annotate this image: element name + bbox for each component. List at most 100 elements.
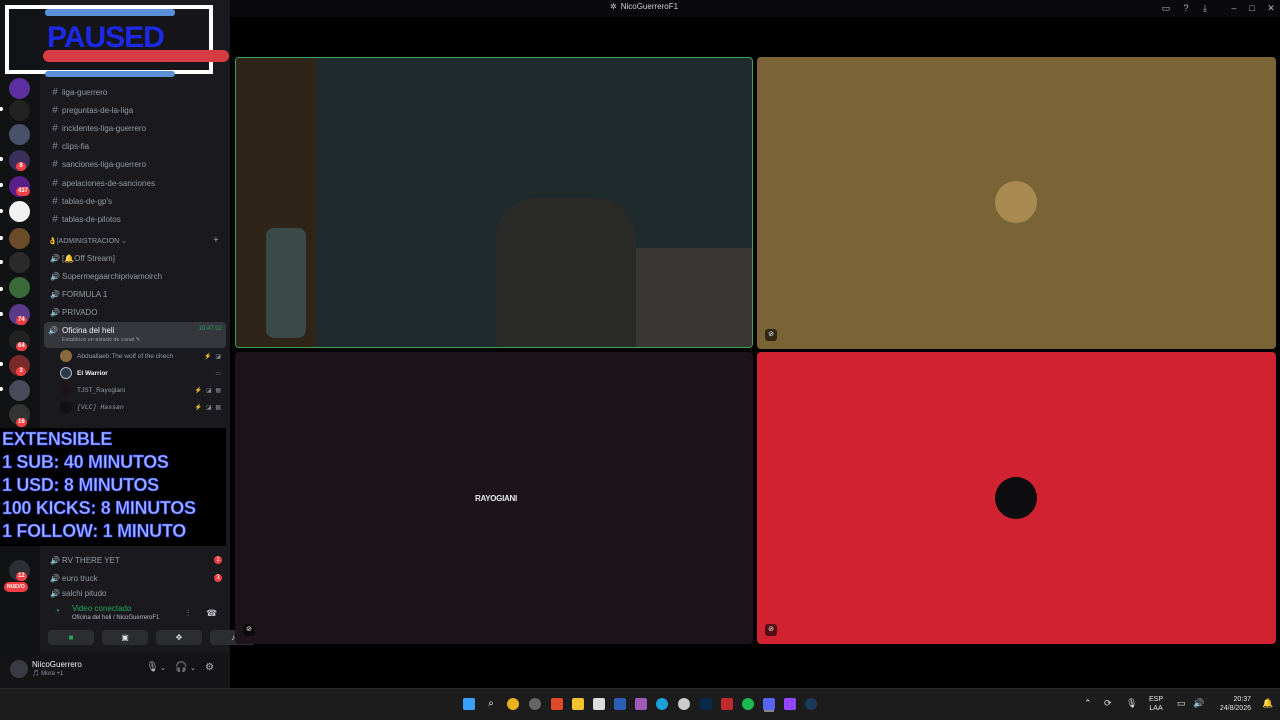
- app-icon[interactable]: [635, 698, 647, 710]
- edge-icon[interactable]: [656, 698, 668, 710]
- voice-channel-off-stream[interactable]: 🔊 [🔔Off Stream]: [48, 250, 226, 266]
- app-icon[interactable]: [529, 698, 541, 710]
- active-voice-channel[interactable]: 🔊 Oficina del heli 10:47:02 Establece un…: [44, 322, 226, 348]
- disconnect-icon[interactable]: ☎: [206, 608, 217, 619]
- channel-incidentes[interactable]: # incidentes-liga-guerrero: [48, 120, 226, 136]
- member-name: TJST_Rayogiani: [77, 386, 126, 394]
- app-icon[interactable]: [678, 698, 690, 710]
- server-icon[interactable]: [9, 78, 30, 99]
- add-channel-icon[interactable]: +: [213, 235, 219, 246]
- video-tile-hassan[interactable]: ⊘: [757, 352, 1276, 644]
- video-tile-abdullaeb[interactable]: ⊘: [757, 57, 1276, 349]
- app-icon[interactable]: [593, 698, 605, 710]
- language-indicator[interactable]: ESP LAA: [1149, 695, 1163, 713]
- clock[interactable]: 20:37 24/8/2026: [1213, 695, 1251, 713]
- inbox-icon[interactable]: ▭: [1161, 3, 1171, 13]
- microphone-icon[interactable]: 🎙: [1126, 698, 1137, 709]
- search-icon[interactable]: ⌕: [485, 698, 497, 710]
- video-tile-camera[interactable]: [235, 57, 753, 348]
- unread-pill: [0, 183, 3, 187]
- channel-tablas-pilotos[interactable]: # tablas-de-pilotos: [48, 211, 226, 227]
- member-abdullaeb[interactable]: Abduallaeb:The wolf of the chech ⚡ ◪: [60, 348, 226, 364]
- avatar: [60, 401, 72, 413]
- discord-icon[interactable]: [763, 698, 775, 710]
- speaker-icon: 🔊: [50, 307, 60, 317]
- photoshop-icon[interactable]: [700, 698, 712, 710]
- noise-suppression-icon[interactable]: ⫶: [187, 608, 189, 619]
- video-tile-rayogiani[interactable]: RAYOGIANI ⊘: [235, 352, 753, 644]
- brave-icon[interactable]: [551, 698, 563, 710]
- channel-label: euro truck: [62, 573, 98, 583]
- server-icon[interactable]: [9, 201, 30, 222]
- channel-apelaciones[interactable]: # apelaciones-de-sanciones: [48, 175, 226, 191]
- server-icon[interactable]: [9, 100, 30, 121]
- explorer-icon[interactable]: [572, 698, 584, 710]
- voice-channel-salchi[interactable]: 🔊 salchi pitudo: [48, 588, 226, 598]
- category-admin[interactable]: 👌|ADMINISTRACION ⌄: [48, 237, 127, 245]
- notifications-icon[interactable]: 🔔: [1262, 698, 1273, 709]
- server-icon[interactable]: [9, 252, 30, 273]
- server-icon[interactable]: [9, 380, 30, 401]
- chevron-down-icon[interactable]: ⌄: [190, 664, 196, 672]
- channel-sanciones[interactable]: # sanciones-liga-guerrero: [48, 156, 226, 172]
- maximize-icon[interactable]: □: [1247, 3, 1257, 13]
- server-icon[interactable]: [9, 124, 30, 145]
- unread-pill: [0, 107, 3, 111]
- help-icon[interactable]: ?: [1181, 3, 1191, 13]
- chrome-icon[interactable]: [507, 698, 519, 710]
- avatar[interactable]: [10, 660, 28, 678]
- gear-icon[interactable]: ⚙: [205, 662, 214, 673]
- minimize-icon[interactable]: –: [1229, 3, 1239, 13]
- member-rayogiani[interactable]: TJST_Rayogiani ⚡ ◪ ▦: [60, 382, 226, 398]
- voice-channel-path[interactable]: Oficina del heli / NicoGuerreroF1: [72, 615, 159, 621]
- sync-icon[interactable]: ⟳: [1104, 698, 1112, 709]
- screen-share-button[interactable]: ▣: [102, 630, 148, 645]
- member-el-warrior[interactable]: El Warrior ▭: [60, 365, 226, 381]
- activities-button[interactable]: ✥: [156, 630, 202, 645]
- server-icon[interactable]: [9, 228, 30, 249]
- member-hassan[interactable]: [VLC] Hassan ⚡ ◪ ▦: [60, 399, 226, 415]
- camera-button[interactable]: ■: [48, 630, 94, 645]
- network-icon[interactable]: ▭: [1177, 698, 1186, 709]
- promo-line: 100 KICKS: 8 MINUTOS: [2, 498, 197, 519]
- channel-liga-guerrero[interactable]: # liga-guerrero: [48, 84, 226, 100]
- new-badge[interactable]: NUEVO: [4, 582, 28, 592]
- chevron-up-icon[interactable]: ⌃: [1084, 698, 1092, 709]
- active-channel-name: Oficina del heli: [62, 326, 115, 335]
- twitch-icon[interactable]: [784, 698, 796, 710]
- start-icon[interactable]: [463, 698, 475, 710]
- headset-icon[interactable]: 🎧: [175, 662, 187, 673]
- user-status: 🎵 Mora +1: [32, 671, 64, 677]
- voice-channel-euro-truck[interactable]: 🔊 euro truck 3: [48, 570, 226, 586]
- category-label: ADMINISTRACION: [58, 238, 120, 245]
- channel-label: Supermegaarchiprivamoirch: [62, 271, 163, 281]
- microphone-icon[interactable]: 🎙: [146, 662, 159, 673]
- avatar: [995, 477, 1037, 519]
- close-icon[interactable]: ✕: [1266, 3, 1276, 13]
- channel-tablas-gp[interactable]: # tablas-de-gp's: [48, 193, 226, 209]
- volume-icon[interactable]: 🔊: [1193, 698, 1204, 709]
- signal-icon: ◔: [54, 606, 61, 617]
- voice-channel-rv[interactable]: 🔊 RV THERE YET 1: [48, 552, 226, 568]
- server-badge: 3: [16, 367, 26, 376]
- channel-label: salchi pitudo: [62, 588, 107, 598]
- avatar-label: RAYOGIANI: [475, 494, 517, 503]
- username[interactable]: NiicoGuerrero: [32, 660, 82, 669]
- word-icon[interactable]: [614, 698, 626, 710]
- channel-clips-fia[interactable]: # clips-fia: [48, 138, 226, 154]
- channel-preguntas[interactable]: # preguntas-de-la-liga: [48, 102, 226, 118]
- channel-label: preguntas-de-la-liga: [62, 105, 134, 115]
- voice-channel-privado[interactable]: 🔊 PRIVADO: [48, 304, 226, 320]
- server-icon[interactable]: [9, 277, 30, 298]
- hash-icon: #: [52, 213, 58, 225]
- chevron-down-icon[interactable]: ⌄: [160, 664, 166, 672]
- voice-channel-formula1[interactable]: 🔊 FORMULA 1: [48, 286, 226, 302]
- download-icon[interactable]: ⤓: [1200, 3, 1210, 13]
- steam-icon[interactable]: [805, 698, 817, 710]
- app-icon[interactable]: [721, 698, 733, 710]
- channel-status[interactable]: Establece un estado de canal ✎: [62, 337, 140, 343]
- unread-pill: [0, 387, 3, 391]
- hash-icon: #: [52, 86, 58, 98]
- spotify-icon[interactable]: [742, 698, 754, 710]
- voice-channel-supermega[interactable]: 🔊 Supermegaarchiprivamoirch: [48, 268, 226, 284]
